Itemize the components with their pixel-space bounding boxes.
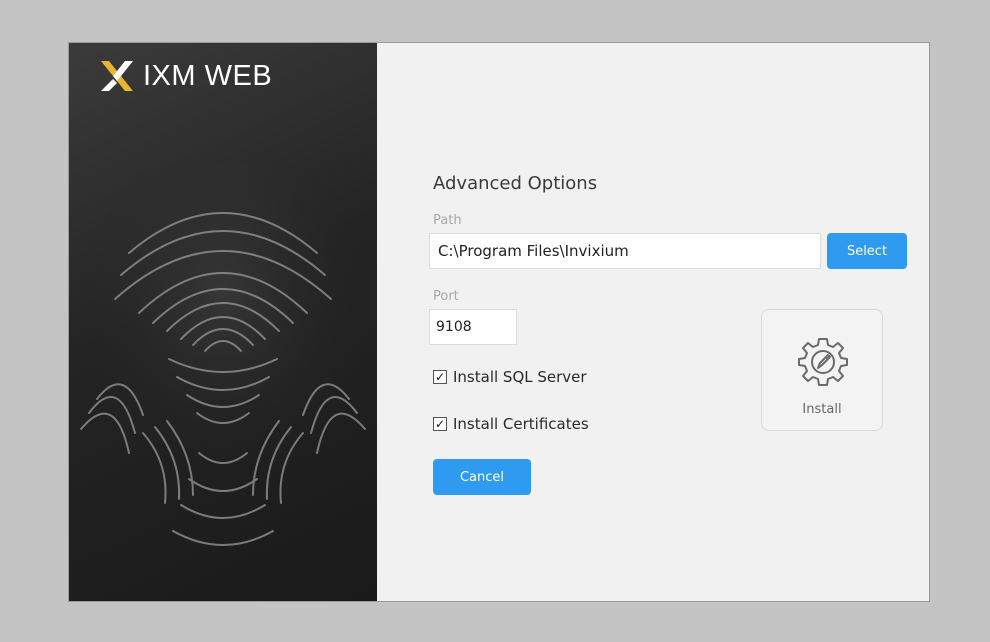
install-certificates-label: Install Certificates [453, 415, 589, 433]
cancel-button[interactable]: Cancel [433, 459, 531, 495]
install-label: Install [802, 402, 842, 417]
fingerprint-face-illustration [73, 163, 373, 546]
path-label: Path [433, 213, 462, 228]
path-input[interactable] [429, 233, 821, 269]
ixm-x-logo-icon [101, 61, 133, 91]
gear-pencil-icon [798, 338, 848, 386]
port-input[interactable] [429, 309, 517, 345]
install-button[interactable]: Install [761, 309, 883, 431]
app-logo: IXM WEB [99, 59, 272, 93]
install-certificates-checkbox[interactable]: ✓ [433, 417, 447, 431]
port-label: Port [433, 289, 459, 304]
installer-window: IXM WEB Advanced Options Path C:\Program… [68, 42, 930, 602]
select-path-button[interactable]: Select [827, 233, 907, 269]
advanced-options-title: Advanced Options [433, 173, 598, 194]
install-sql-server-option[interactable]: ✓ Install SQL Server [433, 368, 587, 386]
install-sql-server-label: Install SQL Server [453, 368, 587, 386]
options-panel: Advanced Options Path Select Port ✓ Inst… [377, 43, 929, 601]
branding-panel: IXM WEB [69, 43, 377, 601]
install-sql-server-checkbox[interactable]: ✓ [433, 370, 447, 384]
logo-text: IXM WEB [143, 59, 273, 92]
install-certificates-option[interactable]: ✓ Install Certificates [433, 415, 589, 433]
